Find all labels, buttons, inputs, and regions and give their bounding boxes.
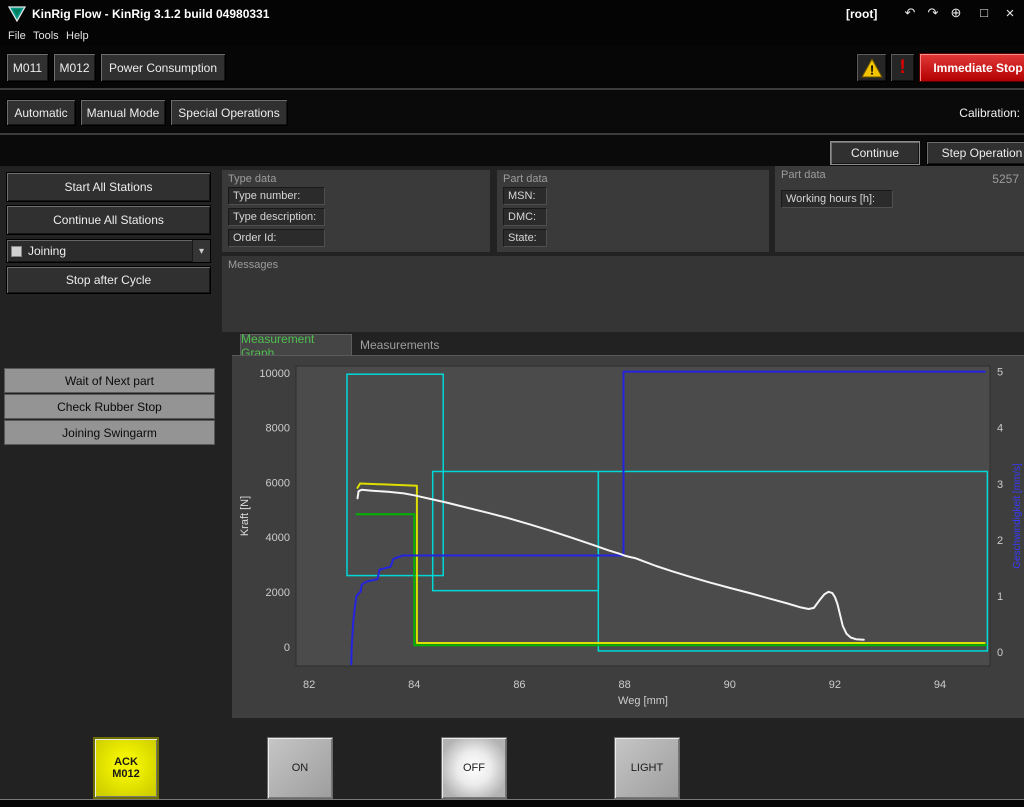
- status-check-rubber-stop[interactable]: Check Rubber Stop: [4, 394, 215, 419]
- messages-title: Messages: [228, 259, 278, 271]
- error-exclamation-icon: !: [899, 57, 905, 79]
- step-bar: Continue Step Operation: [0, 135, 1024, 166]
- mode-bar: Automatic Manual Mode Special Operations…: [0, 90, 1024, 133]
- measurement-chart: 82 84 86 88 90 92 94 Weg [mm] 0 2000 4000 6000 8000 1…: [232, 356, 1024, 718]
- svg-text:82: 82: [303, 679, 315, 691]
- warning-triangle-icon: !: [861, 58, 883, 78]
- svg-text:8000: 8000: [266, 423, 290, 435]
- light-button[interactable]: LIGHT: [614, 737, 680, 799]
- svg-text:0: 0: [997, 647, 1003, 659]
- part-data-group: Part data MSN: DMC: State:: [497, 170, 769, 252]
- back-icon[interactable]: ↶: [900, 5, 920, 21]
- continue-button[interactable]: Continue: [830, 141, 920, 165]
- selection-swatch-icon: [11, 246, 22, 257]
- application-window: KinRig Flow - KinRig 3.1.2 build 0498033…: [0, 0, 1024, 807]
- tab-m011[interactable]: M011: [6, 53, 49, 82]
- svg-text:4: 4: [997, 423, 1003, 435]
- error-indicator[interactable]: !: [890, 53, 915, 82]
- svg-text:84: 84: [408, 679, 420, 691]
- app-logo-icon: [8, 5, 26, 23]
- warning-indicator[interactable]: !: [856, 53, 887, 82]
- ack-m012-button[interactable]: ACK M012: [93, 737, 159, 799]
- menu-file[interactable]: File: [8, 30, 26, 42]
- close-icon[interactable]: ×: [1000, 5, 1020, 22]
- svg-text:Geschwindigkeit [mm/s]: Geschwindigkeit [mm/s]: [1012, 463, 1023, 569]
- svg-text:4000: 4000: [266, 532, 290, 544]
- dmc-label: DMC:: [503, 208, 547, 226]
- svg-text:90: 90: [724, 679, 736, 691]
- globe-icon[interactable]: ⊕: [946, 5, 966, 21]
- msn-label: MSN:: [503, 187, 547, 205]
- main-content: Start All Stations Continue All Stations…: [0, 166, 1024, 799]
- continue-all-stations-button[interactable]: Continue All Stations: [6, 205, 211, 235]
- menu-bar: File Tools Help: [0, 28, 1024, 46]
- tab-measurements[interactable]: Measurements: [360, 338, 439, 352]
- type-data-title: Type data: [228, 173, 276, 185]
- svg-text:88: 88: [618, 679, 630, 691]
- tab-m012[interactable]: M012: [53, 53, 96, 82]
- logged-user-label: [root]: [846, 7, 877, 21]
- menu-help[interactable]: Help: [66, 30, 89, 42]
- working-hours-value: 5257: [992, 172, 1019, 186]
- svg-text:1: 1: [997, 591, 1003, 603]
- svg-text:2000: 2000: [266, 587, 290, 599]
- working-hours-label: Working hours [h]:: [781, 190, 893, 208]
- order-id-label: Order Id:: [228, 229, 325, 247]
- operation-select-value: Joining: [28, 244, 192, 258]
- svg-text:86: 86: [513, 679, 525, 691]
- off-button[interactable]: OFF: [441, 737, 507, 799]
- station-bar: M011 M012 Power Consumption ! ! Immediat…: [0, 46, 1024, 88]
- svg-text:0: 0: [284, 642, 290, 654]
- tab-power-consumption[interactable]: Power Consumption: [100, 53, 226, 82]
- svg-text:92: 92: [829, 679, 841, 691]
- maximize-icon[interactable]: □: [974, 5, 994, 20]
- svg-text:Kraft [N]: Kraft [N]: [239, 496, 251, 536]
- title-bar: KinRig Flow - KinRig 3.1.2 build 0498033…: [0, 0, 1024, 28]
- svg-text:10000: 10000: [259, 368, 290, 380]
- status-wait-next-part[interactable]: Wait of Next part: [4, 368, 215, 393]
- manual-mode-button[interactable]: Manual Mode: [80, 99, 166, 126]
- type-data-group: Type data Type number: Type description:…: [222, 170, 490, 252]
- calibration-label: Calibration:: [930, 106, 1020, 120]
- immediate-stop-button[interactable]: Immediate Stop: [919, 53, 1024, 82]
- svg-text:5: 5: [997, 367, 1003, 379]
- part-data-2-title: Part data: [781, 169, 826, 181]
- svg-text:6000: 6000: [266, 477, 290, 489]
- tab-measurement-graph[interactable]: Measurement Graph: [240, 334, 352, 356]
- svg-text:94: 94: [934, 679, 946, 691]
- messages-group: Messages: [222, 256, 1024, 332]
- special-operations-button[interactable]: Special Operations: [170, 99, 288, 126]
- bottom-edge-strip: [0, 799, 1024, 807]
- type-description-label: Type description:: [228, 208, 325, 226]
- step-operation-button[interactable]: Step Operation: [926, 141, 1024, 165]
- part-data-title: Part data: [503, 173, 548, 185]
- window-title: KinRig Flow - KinRig 3.1.2 build 0498033…: [32, 7, 269, 21]
- start-all-stations-button[interactable]: Start All Stations: [6, 172, 211, 202]
- operation-select[interactable]: Joining ▾: [6, 239, 211, 263]
- automatic-button[interactable]: Automatic: [6, 99, 76, 126]
- svg-text:!: !: [869, 62, 873, 77]
- stop-after-cycle-button[interactable]: Stop after Cycle: [6, 266, 211, 294]
- type-number-label: Type number:: [228, 187, 325, 205]
- svg-text:2: 2: [997, 535, 1003, 547]
- forward-icon[interactable]: ↷: [923, 5, 943, 21]
- part-data-group-2: Part data 5257 Working hours [h]:: [775, 166, 1024, 252]
- on-button[interactable]: ON: [267, 737, 333, 799]
- chevron-down-icon[interactable]: ▾: [192, 240, 210, 262]
- menu-tools[interactable]: Tools: [33, 30, 59, 42]
- svg-text:3: 3: [997, 479, 1003, 491]
- status-joining-swingarm[interactable]: Joining Swingarm: [4, 420, 215, 445]
- svg-text:Weg [mm]: Weg [mm]: [618, 695, 668, 707]
- state-label: State:: [503, 229, 547, 247]
